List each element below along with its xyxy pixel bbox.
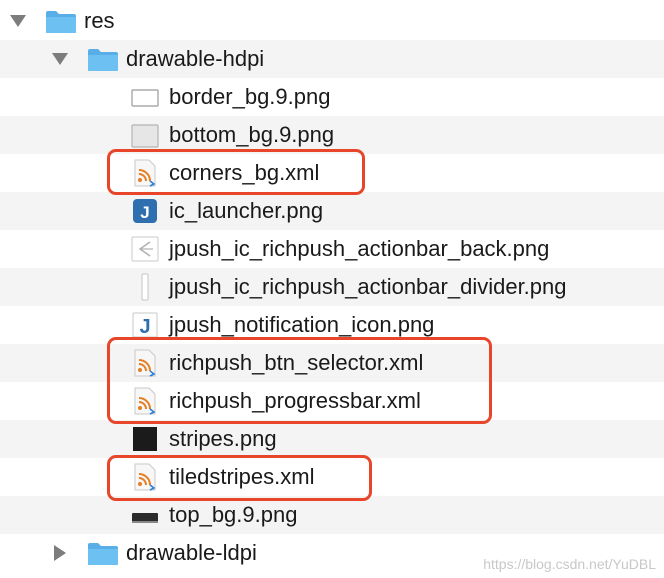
launcher-j-icon: J xyxy=(133,199,157,223)
watermark: https://blog.csdn.net/YuDBL xyxy=(483,556,656,572)
file-label: border_bg.9.png xyxy=(169,84,331,109)
folder-icon xyxy=(46,11,76,33)
disclosure-expanded-icon[interactable] xyxy=(50,40,70,78)
file-row-bottom-bg[interactable]: bottom_bg.9.png xyxy=(0,116,664,154)
folder-icon xyxy=(88,49,118,71)
svg-text:J: J xyxy=(140,203,149,222)
file-row-notification-icon[interactable]: J jpush_notification_icon.png xyxy=(0,306,664,344)
file-row-richpush-progressbar[interactable]: richpush_progressbar.xml xyxy=(0,382,664,420)
xml-file-icon xyxy=(134,349,156,377)
file-row-ic-launcher[interactable]: J ic_launcher.png xyxy=(0,192,664,230)
file-row-corners-bg[interactable]: corners_bg.xml xyxy=(0,154,664,192)
file-label: bottom_bg.9.png xyxy=(169,122,335,147)
folder-icon xyxy=(88,543,118,565)
file-label: stripes.png xyxy=(169,426,277,451)
file-label: tiledstripes.xml xyxy=(169,464,315,489)
file-row-actionbar-divider[interactable]: jpush_ic_richpush_actionbar_divider.png xyxy=(0,268,664,306)
xml-file-icon xyxy=(134,463,156,491)
file-label: jpush_notification_icon.png xyxy=(169,312,435,337)
disclosure-collapsed-icon[interactable] xyxy=(50,534,70,572)
disclosure-expanded-icon[interactable] xyxy=(8,2,28,40)
file-label: richpush_btn_selector.xml xyxy=(169,350,424,375)
tree-row-label: drawable-ldpi xyxy=(126,540,257,565)
back-arrow-image-icon xyxy=(131,236,159,262)
file-row-actionbar-back[interactable]: jpush_ic_richpush_actionbar_back.png xyxy=(0,230,664,268)
divider-image-icon xyxy=(141,273,149,301)
xml-file-icon xyxy=(134,159,156,187)
svg-text:J: J xyxy=(139,316,150,338)
tree-row-drawable-hdpi[interactable]: drawable-hdpi xyxy=(0,40,664,78)
white-image-icon xyxy=(131,89,159,107)
tree-row-label: res xyxy=(84,8,115,33)
file-label: ic_launcher.png xyxy=(169,198,324,223)
file-row-top-bg[interactable]: top_bg.9.png xyxy=(0,496,664,534)
black-image-icon xyxy=(133,427,157,451)
file-row-tiledstripes[interactable]: tiledstripes.xml xyxy=(0,458,664,496)
tree-row-res[interactable]: res xyxy=(0,2,664,40)
tree-row-label: drawable-hdpi xyxy=(126,46,265,71)
xml-file-icon xyxy=(134,387,156,415)
file-label: jpush_ic_richpush_actionbar_back.png xyxy=(169,236,550,261)
notification-j-icon: J xyxy=(132,312,158,338)
gray-image-icon xyxy=(131,124,159,148)
file-row-richpush-btn-selector[interactable]: richpush_btn_selector.xml xyxy=(0,344,664,382)
file-tree: res drawable-hdpi border_bg.9.png bottom… xyxy=(0,0,664,578)
file-label: richpush_progressbar.xml xyxy=(169,388,421,413)
file-row-border-bg[interactable]: border_bg.9.png xyxy=(0,78,664,116)
file-label: top_bg.9.png xyxy=(169,502,298,527)
dark-bar-image-icon xyxy=(132,513,158,523)
file-label: jpush_ic_richpush_actionbar_divider.png xyxy=(169,274,567,299)
file-label: corners_bg.xml xyxy=(169,160,320,185)
file-row-stripes[interactable]: stripes.png xyxy=(0,420,664,458)
